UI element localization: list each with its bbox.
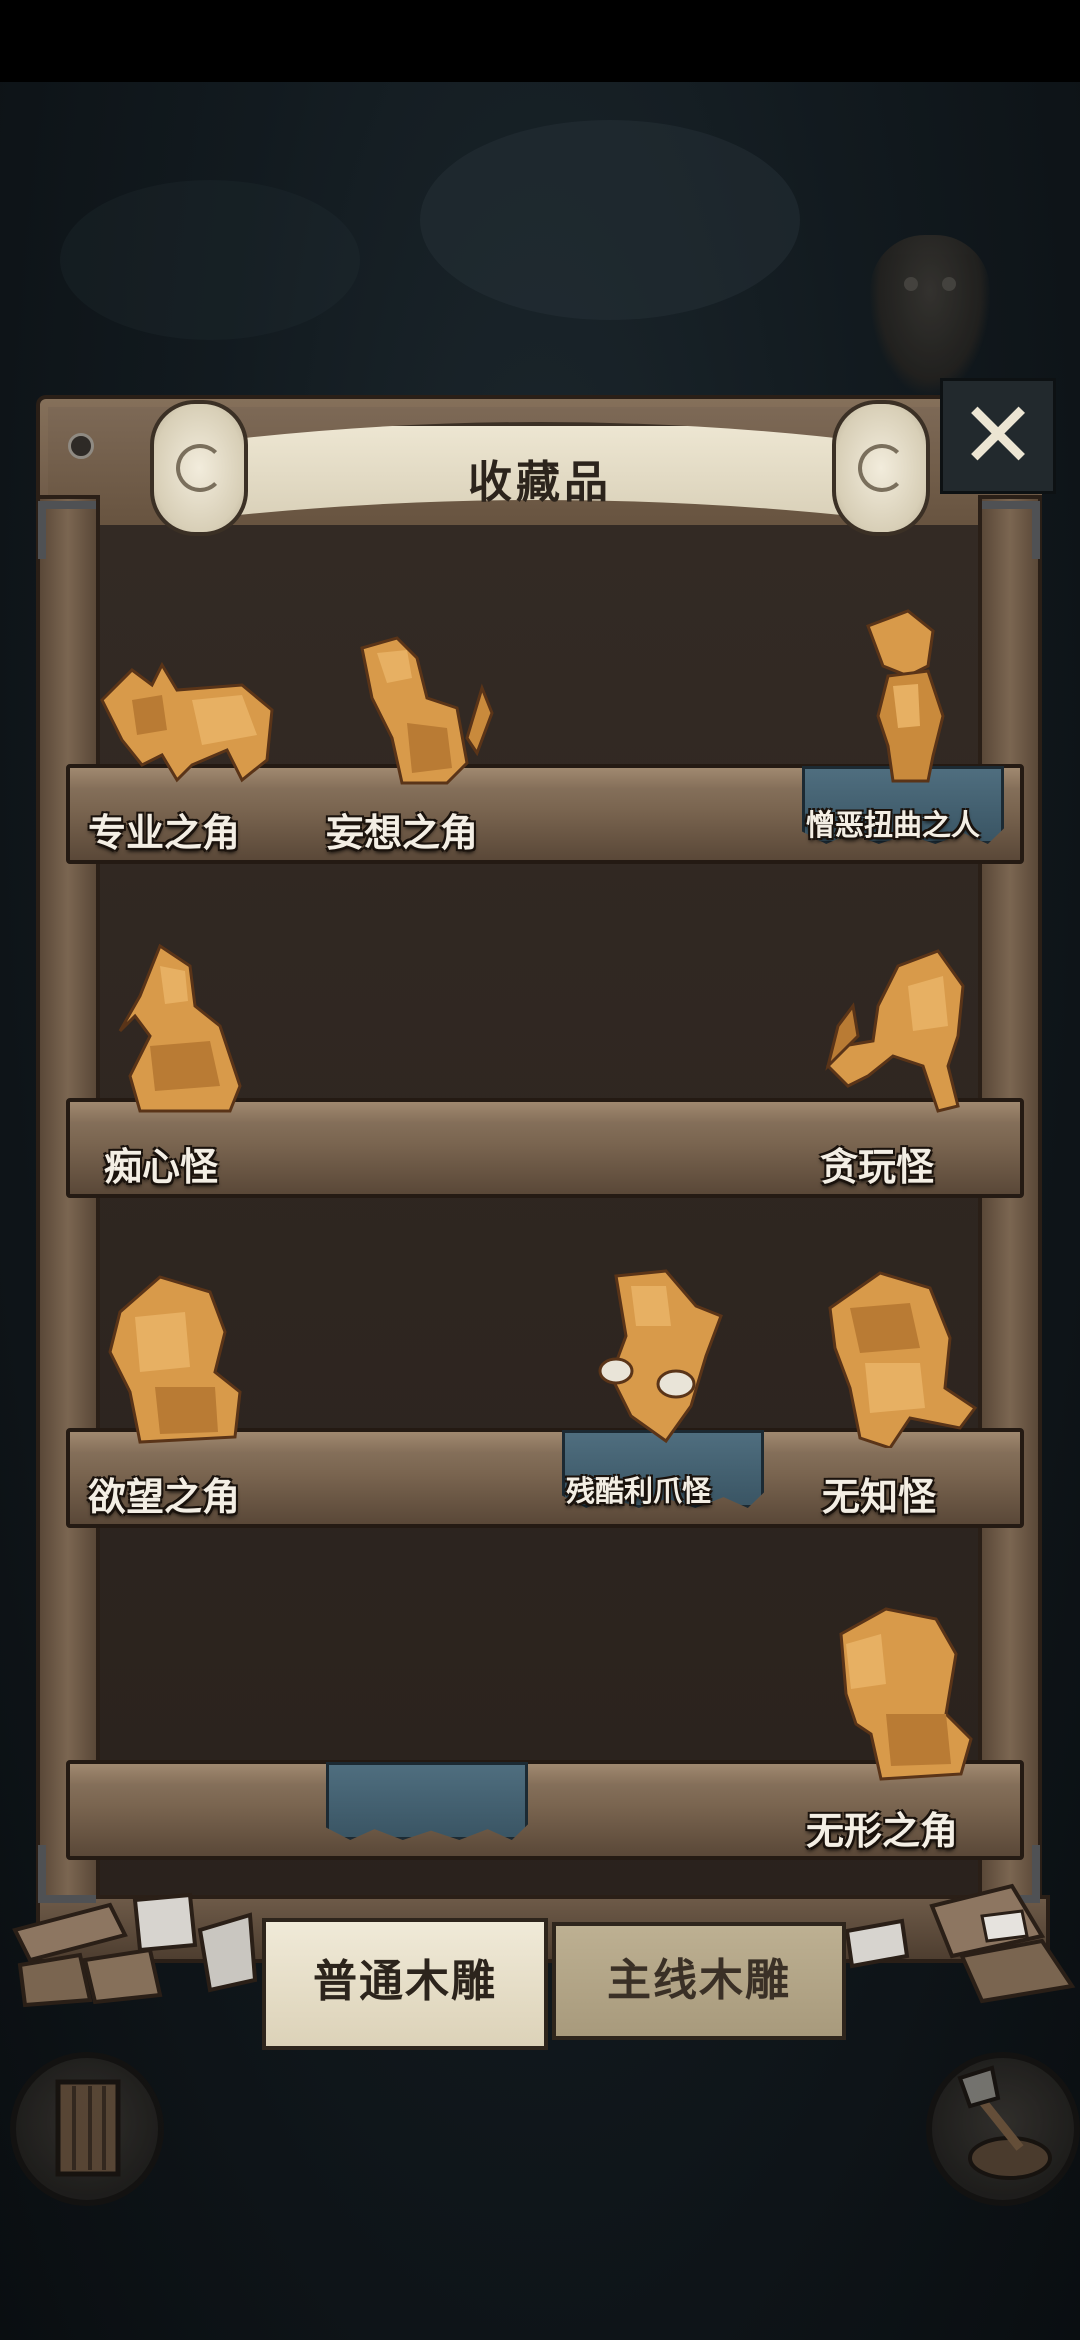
background-shadow: [60, 180, 360, 340]
wooden-hooded-monster-figurine-icon[interactable]: [820, 1268, 980, 1448]
wooden-elephant-figurine-icon[interactable]: [826, 1604, 976, 1784]
axe-button[interactable]: [926, 2052, 1080, 2206]
wood-scraps-pile: [842, 1876, 1080, 2010]
tab-main-woodcarving[interactable]: 主线木雕: [552, 1922, 846, 2040]
page-title: 收藏品: [468, 457, 612, 508]
item-label: 专业之角: [88, 810, 241, 855]
wood-scraps-pile: [10, 1890, 260, 2014]
wooden-lion-figurine-icon[interactable]: [100, 1272, 250, 1447]
game-scene: 收藏品 ✕ 专业之角 妄想之角 憎恶扭曲之人 痴心怪 贪玩怪 欲望之角 残酷利爪…: [0, 0, 1080, 2340]
empty-pedestal[interactable]: [326, 1762, 528, 1840]
wooden-ox-figurine-icon[interactable]: [92, 650, 282, 785]
item-label: 无知怪: [822, 1474, 937, 1519]
metal-corner-icon: [982, 501, 1040, 559]
close-icon: ✕: [959, 382, 1037, 489]
item-label: 憎恶扭曲之人: [806, 808, 981, 842]
item-label: 痴心怪: [104, 1144, 219, 1189]
close-button[interactable]: ✕: [940, 378, 1056, 494]
cabinet-side-right: [978, 495, 1042, 1923]
nail-icon: [68, 433, 94, 459]
wooden-man-figurine-icon[interactable]: [858, 606, 958, 786]
wooden-tiger-figurine-icon[interactable]: [352, 628, 497, 788]
item-label: 欲望之角: [88, 1474, 241, 1519]
door-icon: [55, 2079, 121, 2177]
background-shadow: [420, 120, 800, 320]
wooden-claw-monster-figurine-icon[interactable]: [596, 1266, 726, 1446]
wooden-mantis-monster-figurine-icon[interactable]: [818, 946, 988, 1116]
title-banner: 收藏品: [150, 400, 930, 536]
metal-corner-icon: [38, 501, 96, 559]
tab-normal-woodcarving[interactable]: 普通木雕: [262, 1918, 548, 2050]
wooden-bird-monster-figurine-icon[interactable]: [110, 936, 260, 1116]
axe-on-stump-icon: [957, 2065, 1052, 2180]
item-label: 贪玩怪: [820, 1144, 935, 1189]
cabinet-side-left: [36, 495, 100, 1923]
door-button[interactable]: [10, 2052, 164, 2206]
status-bar: [0, 0, 1080, 82]
item-label: 残酷利爪怪: [566, 1474, 712, 1508]
owl-silhouette-icon: [870, 235, 990, 395]
item-label: 无形之角: [806, 1808, 959, 1853]
item-label: 妄想之角: [326, 810, 479, 855]
